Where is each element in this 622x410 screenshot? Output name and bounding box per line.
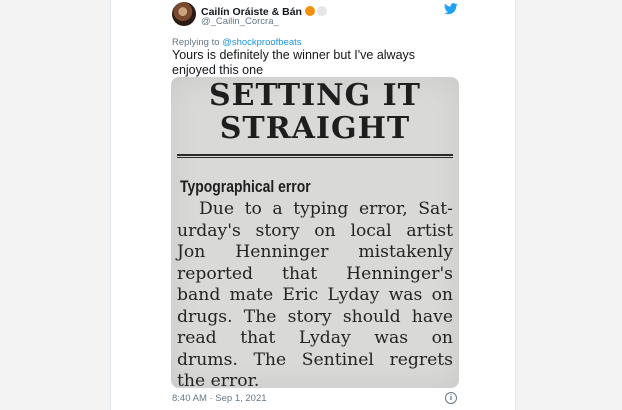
orange-heart-icon [304,6,315,16]
clipping-body-line: read that Lyday was on [177,328,453,348]
white-circle-icon [316,6,327,16]
clipping-body-line: urday's story on local artist [177,220,453,241]
clipping-body-line: reported that Henninger's [177,263,453,284]
clipping-rule [177,154,453,156]
clipping-rule [177,157,453,158]
replying-to: Replying to @shockproofbeats [172,37,302,48]
author-name-row[interactable]: Cailín Oráiste & Bán [201,2,327,18]
clipping-body-line: drugs. The story should have [177,306,453,327]
author-handle[interactable]: @_Cailin_Corcra_ [201,16,279,27]
clipping-body-line: drums. The Sentinel regrets [177,349,453,370]
clipping-body-line: the error. [177,371,260,388]
clipping-body-line: Due to a typing error, Sat- [199,199,453,219]
clipping-body-line: band mate Eric Lyday was on [177,285,453,305]
clipping-body: Due to a typing error, Sat- urday's stor… [177,199,453,388]
reply-prefix: Replying to [172,37,223,48]
twitter-bird-icon[interactable] [444,3,458,15]
clipping-subheading: Typographical error [180,177,311,196]
clipping-headline-line1: SETTING IT [209,78,421,113]
clipping-headline: SETTING IT STRAIGHT [171,79,459,145]
newspaper-clipping-image[interactable]: SETTING IT STRAIGHT Typographical error … [171,77,459,388]
info-icon[interactable]: i [445,392,457,404]
tweet-timestamp[interactable]: 8:40 AM · Sep 1, 2021 [172,393,267,404]
clipping-headline-line2: STRAIGHT [219,111,411,146]
clipping-body-line: Jon Henninger mistakenly [177,242,453,262]
tweet-text: Yours is definitely the winner but I've … [172,48,416,77]
avatar[interactable] [172,2,196,26]
reply-mention-link[interactable]: @shockproofbeats [222,37,301,48]
